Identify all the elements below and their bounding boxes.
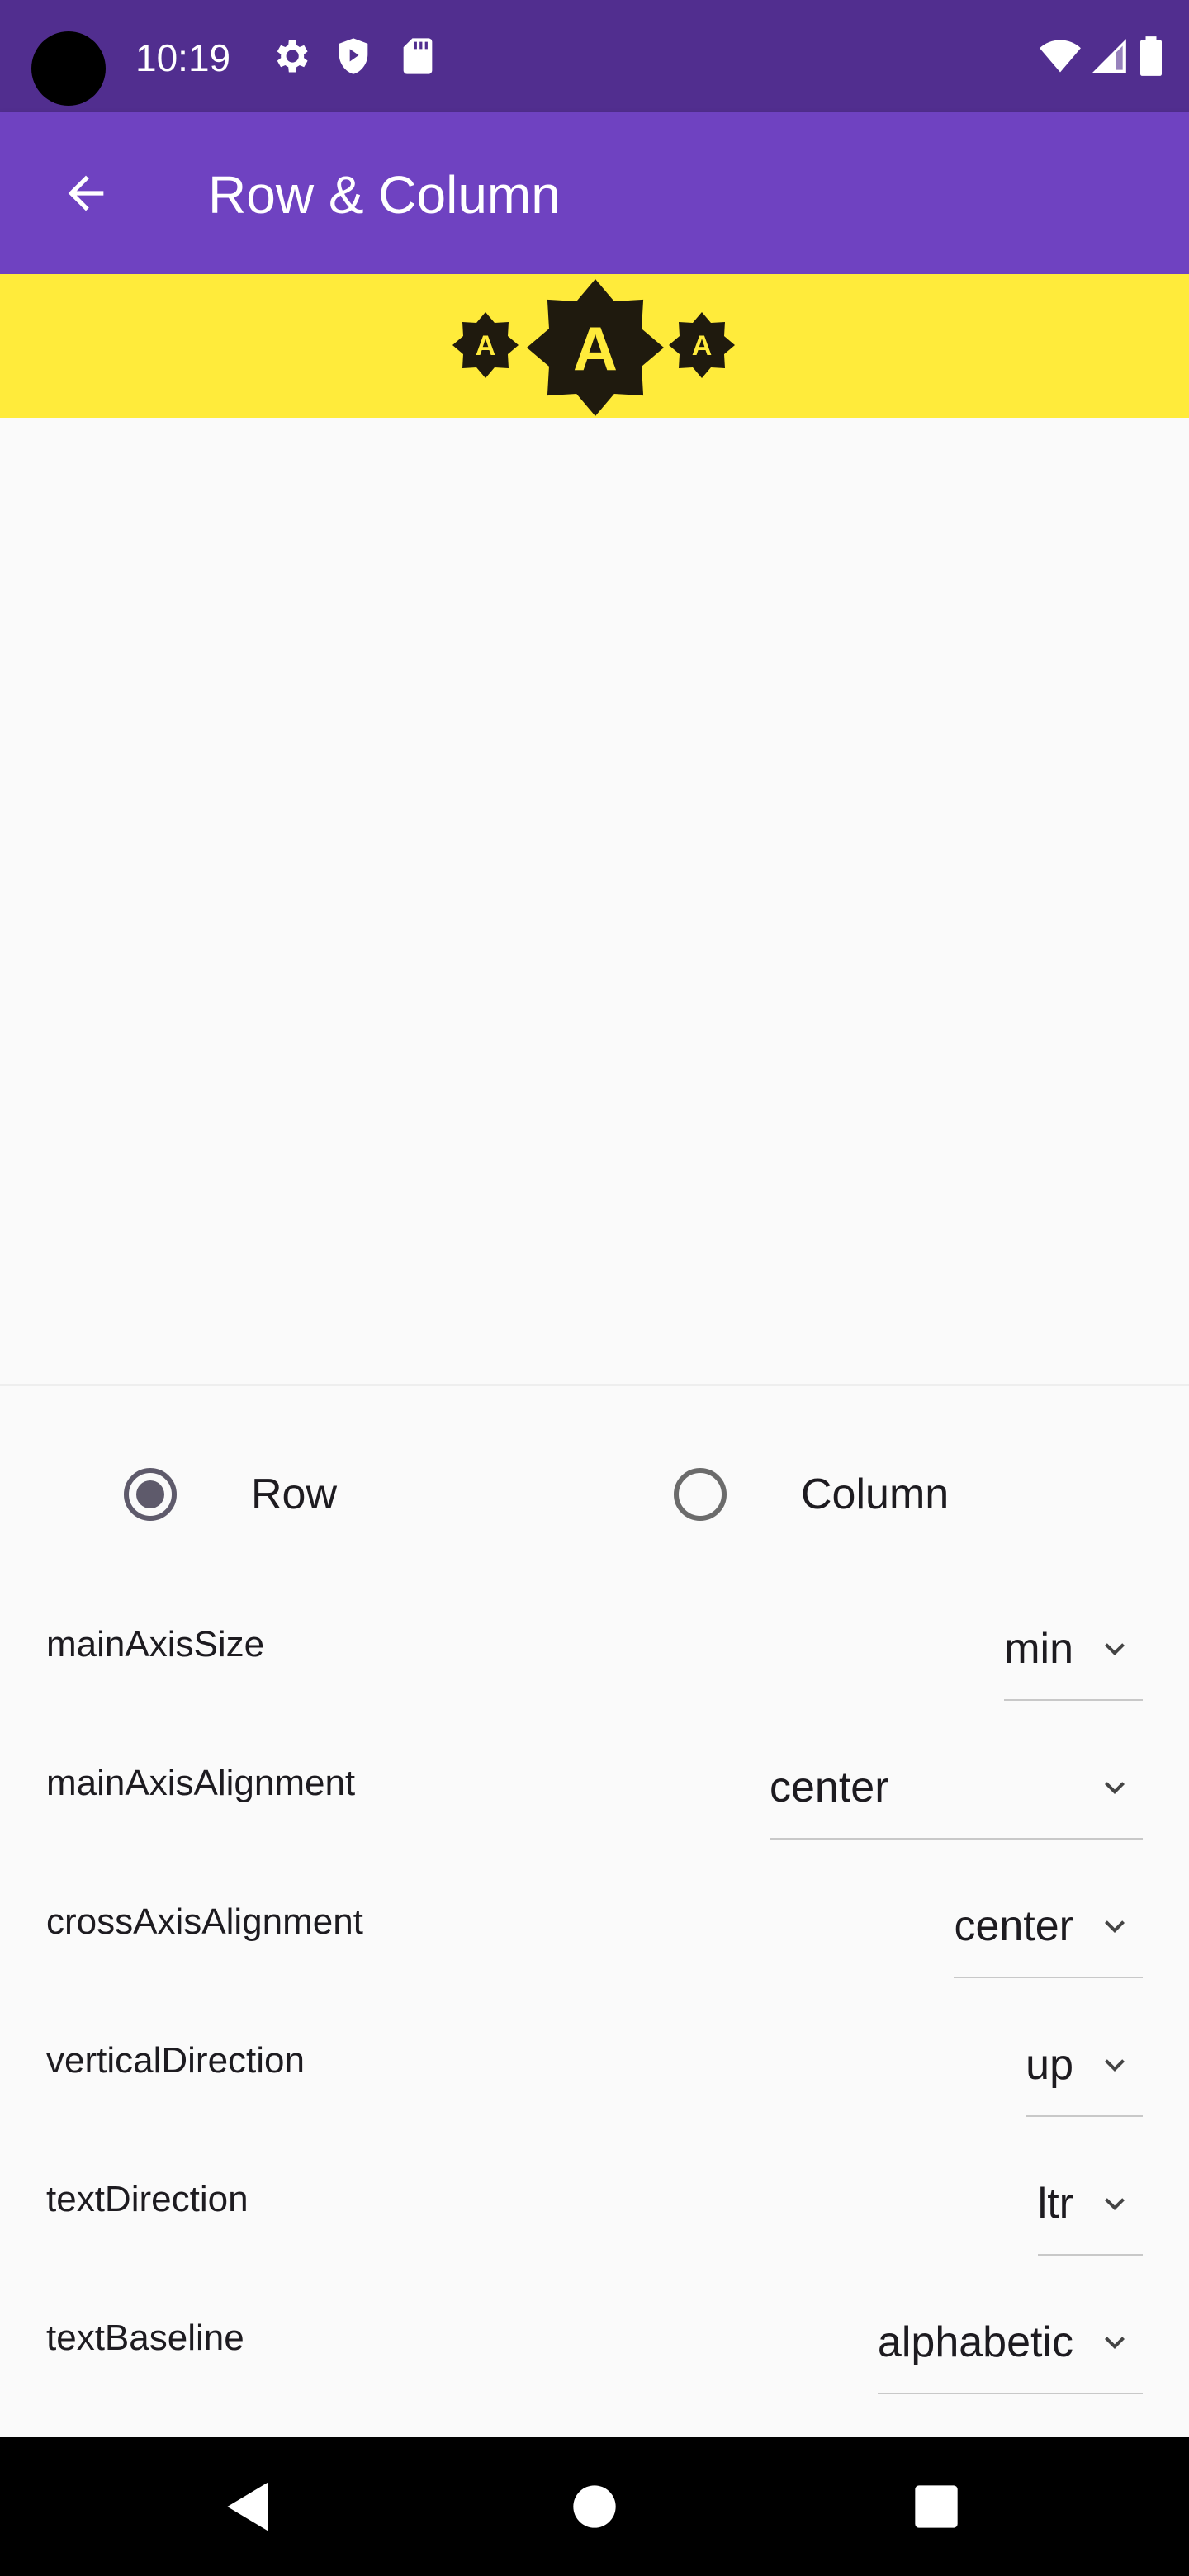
- layout-preview: A A A: [0, 274, 1189, 418]
- setting-label: textBaseline: [46, 2318, 244, 2358]
- setting-label: mainAxisSize: [46, 1624, 265, 1664]
- dropdown-value: ltr: [1037, 2180, 1073, 2228]
- dropdown-value: center: [954, 1902, 1073, 1950]
- back-triangle-icon: [227, 2482, 268, 2531]
- dropdown-value: alphabetic: [877, 2318, 1073, 2366]
- setting-row-text-direction: textDirection ltr: [0, 2130, 1189, 2269]
- chevron-down-icon: [1105, 1643, 1125, 1655]
- chevron-down-icon: [1105, 1920, 1125, 1933]
- setting-label: verticalDirection: [46, 2040, 305, 2081]
- gear-icon: [277, 40, 308, 73]
- dropdown-value: up: [1026, 2041, 1073, 2089]
- main-axis-alignment-dropdown[interactable]: center: [770, 1737, 1143, 1840]
- status-bar: 10:19: [0, 0, 1189, 112]
- small-star-a-icon: A: [669, 312, 735, 378]
- chevron-down-icon: [1105, 2059, 1125, 2072]
- dropdown-value: center: [770, 1764, 889, 1811]
- text-baseline-dropdown[interactable]: alphabetic: [877, 2292, 1143, 2394]
- setting-row-cross-axis-alignment: crossAxisAlignment center: [0, 1853, 1189, 1991]
- radio-button-selected[interactable]: [124, 1468, 177, 1521]
- large-star-a-icon: A: [527, 279, 664, 416]
- nav-home-button[interactable]: [553, 2465, 636, 2548]
- sd-card-icon: [403, 38, 433, 74]
- recents-square-icon: [915, 2485, 958, 2528]
- wifi-icon: [1040, 40, 1081, 73]
- radio-label-column: Column: [801, 1470, 950, 1518]
- svg-text:A: A: [476, 330, 496, 362]
- arrow-back-icon: [68, 175, 104, 211]
- nav-back-button[interactable]: [206, 2465, 289, 2548]
- system-nav-bar: [0, 2437, 1189, 2576]
- setting-label: crossAxisAlignment: [46, 1901, 363, 1942]
- cross-axis-alignment-dropdown[interactable]: center: [954, 1876, 1143, 1978]
- battery-icon: [1140, 36, 1162, 76]
- svg-text:A: A: [692, 330, 713, 362]
- text-direction-dropdown[interactable]: ltr: [1037, 2153, 1143, 2256]
- camera-cutout: [31, 31, 106, 106]
- signal-icon: [1092, 39, 1126, 73]
- dropdown-value: min: [1004, 1625, 1073, 1673]
- page-title: Row & Column: [208, 165, 561, 225]
- setting-label: textDirection: [46, 2179, 249, 2219]
- home-circle-icon: [573, 2485, 616, 2528]
- setting-row-vertical-direction: verticalDirection up: [0, 1991, 1189, 2130]
- main-axis-size-dropdown[interactable]: min: [1004, 1598, 1143, 1701]
- nav-recents-button[interactable]: [895, 2465, 978, 2548]
- divider: [0, 1384, 1189, 1386]
- chevron-down-icon: [1105, 2198, 1125, 2210]
- radio-button[interactable]: [674, 1468, 727, 1521]
- radio-option-column[interactable]: Column: [674, 1445, 949, 1544]
- svg-text:A: A: [573, 314, 618, 383]
- preview-canvas: [0, 418, 1189, 1384]
- shield-play-icon: [339, 38, 368, 74]
- setting-row-text-baseline: textBaseline alphabetic: [0, 2269, 1189, 2408]
- back-button[interactable]: [36, 144, 135, 243]
- radio-option-row[interactable]: Row: [124, 1445, 337, 1544]
- app-bar: Row & Column: [0, 112, 1189, 274]
- status-time: 10:19: [135, 36, 231, 79]
- vertical-direction-dropdown[interactable]: up: [1026, 2015, 1143, 2117]
- radio-label-row: Row: [251, 1470, 338, 1518]
- setting-label: mainAxisAlignment: [46, 1763, 356, 1803]
- setting-row-main-axis-alignment: mainAxisAlignment center: [0, 1714, 1189, 1853]
- setting-row-main-axis-size: mainAxisSize min: [0, 1575, 1189, 1714]
- chevron-down-icon: [1105, 1782, 1125, 1794]
- chevron-down-icon: [1105, 2337, 1125, 2349]
- small-star-a-icon: A: [452, 312, 519, 378]
